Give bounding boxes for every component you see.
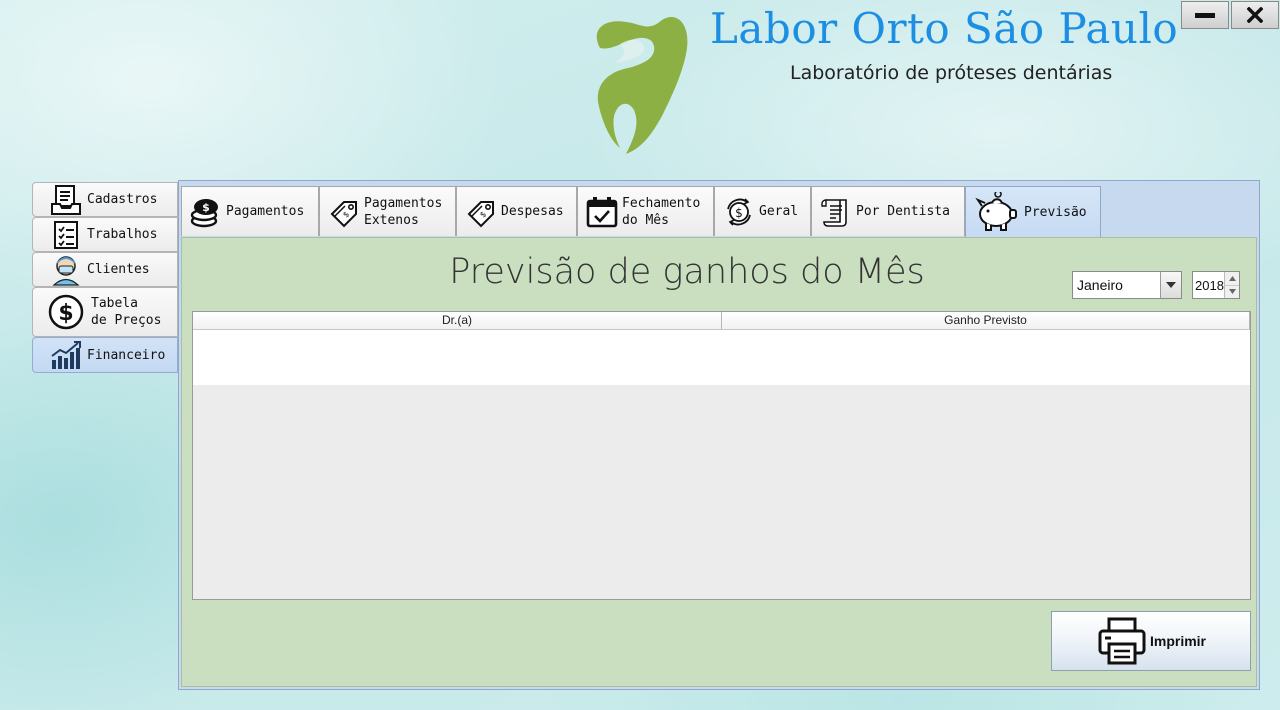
tab-geral[interactable]: $ Geral — [714, 186, 811, 236]
sidebar-item-trabalhos[interactable]: Trabalhos — [32, 217, 178, 252]
brand-subtitle: Laboratório de próteses dentárias — [790, 62, 1113, 84]
tab-label: Despesas — [501, 204, 564, 219]
tab-pagamentos-extenos[interactable]: $ Pagamentos Extenos — [319, 186, 456, 236]
tab-despesas[interactable]: $ Despesas — [456, 186, 577, 236]
tab-bar: $ Pagamentos $ Pagamentos Extenos $ Desp… — [181, 186, 1101, 238]
tab-previsao[interactable]: Previsão — [965, 186, 1101, 237]
price-tag-icon: $ — [328, 195, 360, 229]
sidebar-item-label: Clientes — [87, 262, 150, 277]
tab-label: Previsão — [1024, 204, 1087, 220]
page-title: Previsão de ganhos do Mês — [449, 252, 925, 292]
register-icon — [47, 184, 85, 216]
column-header-dentist[interactable]: Dr.(a) — [193, 312, 722, 329]
svg-text:$: $ — [202, 201, 210, 214]
chevron-down-icon[interactable] — [1160, 272, 1181, 298]
year-spinner-value: 2018 — [1195, 277, 1224, 293]
column-header-ganho-previsto[interactable]: Ganho Previsto — [722, 312, 1250, 329]
piggy-bank-icon — [974, 192, 1020, 231]
svg-text:$: $ — [58, 301, 73, 326]
month-select[interactable]: Janeiro — [1072, 271, 1182, 299]
brand-title: Labor Orto São Paulo — [710, 4, 1179, 53]
receipt-icon — [820, 195, 852, 229]
tab-pagamentos[interactable]: $ Pagamentos — [181, 186, 319, 236]
checklist-icon — [47, 219, 85, 251]
forecast-table[interactable]: Dr.(a) Ganho Previsto — [192, 311, 1251, 600]
table-body[interactable] — [193, 330, 1250, 385]
tab-label: Pagamentos — [226, 204, 305, 219]
tab-label: Geral — [759, 204, 799, 219]
previsao-content: Previsão de ganhos do Mês Janeiro 2018 D… — [181, 237, 1257, 687]
calendar-check-icon — [586, 195, 618, 229]
tooth-logo-icon — [582, 12, 692, 158]
dollar-icon: $ — [47, 294, 85, 330]
year-spinner[interactable]: 2018 — [1192, 271, 1240, 299]
close-button[interactable] — [1231, 1, 1279, 29]
sidebar-item-clientes[interactable]: Clientes — [32, 252, 178, 287]
sidebar-item-financeiro[interactable]: Financeiro — [32, 337, 178, 373]
minimize-icon — [1195, 13, 1215, 18]
printer-icon — [1096, 615, 1148, 667]
month-select-value: Janeiro — [1077, 277, 1123, 293]
tab-fechamento-do-mes[interactable]: Fechamento do Mês — [577, 186, 714, 236]
sidebar-item-label: Trabalhos — [87, 227, 158, 242]
money-cycle-icon: $ — [723, 195, 755, 229]
sidebar-item-label: Financeiro — [87, 347, 166, 363]
tab-label: Por Dentista — [856, 204, 950, 219]
sidebar-item-cadastros[interactable]: Cadastros — [32, 182, 178, 217]
sidebar-item-tabela-de-precos[interactable]: $ Tabela de Preços — [32, 287, 178, 337]
svg-text:$: $ — [735, 206, 743, 220]
sidebar-item-label: Tabela de Preços — [91, 296, 162, 328]
close-icon — [1247, 7, 1263, 23]
coins-icon: $ — [190, 195, 222, 229]
spinner-down-icon[interactable] — [1225, 284, 1239, 298]
tab-por-dentista[interactable]: Por Dentista — [811, 186, 965, 236]
chart-growth-icon — [47, 339, 85, 371]
minimize-button[interactable] — [1181, 1, 1229, 29]
tab-label: Pagamentos Extenos — [364, 195, 443, 228]
table-header: Dr.(a) Ganho Previsto — [193, 312, 1250, 330]
financeiro-panel: $ Pagamentos $ Pagamentos Extenos $ Desp… — [178, 180, 1260, 690]
print-button[interactable]: Imprimir — [1051, 611, 1251, 671]
spinner-up-icon[interactable] — [1225, 272, 1239, 285]
print-button-label: Imprimir — [1149, 633, 1206, 649]
tab-label: Fechamento do Mês — [622, 195, 701, 228]
dentist-icon — [47, 254, 85, 286]
price-tag-icon: $ — [465, 195, 497, 229]
sidebar-item-label: Cadastros — [87, 192, 158, 207]
